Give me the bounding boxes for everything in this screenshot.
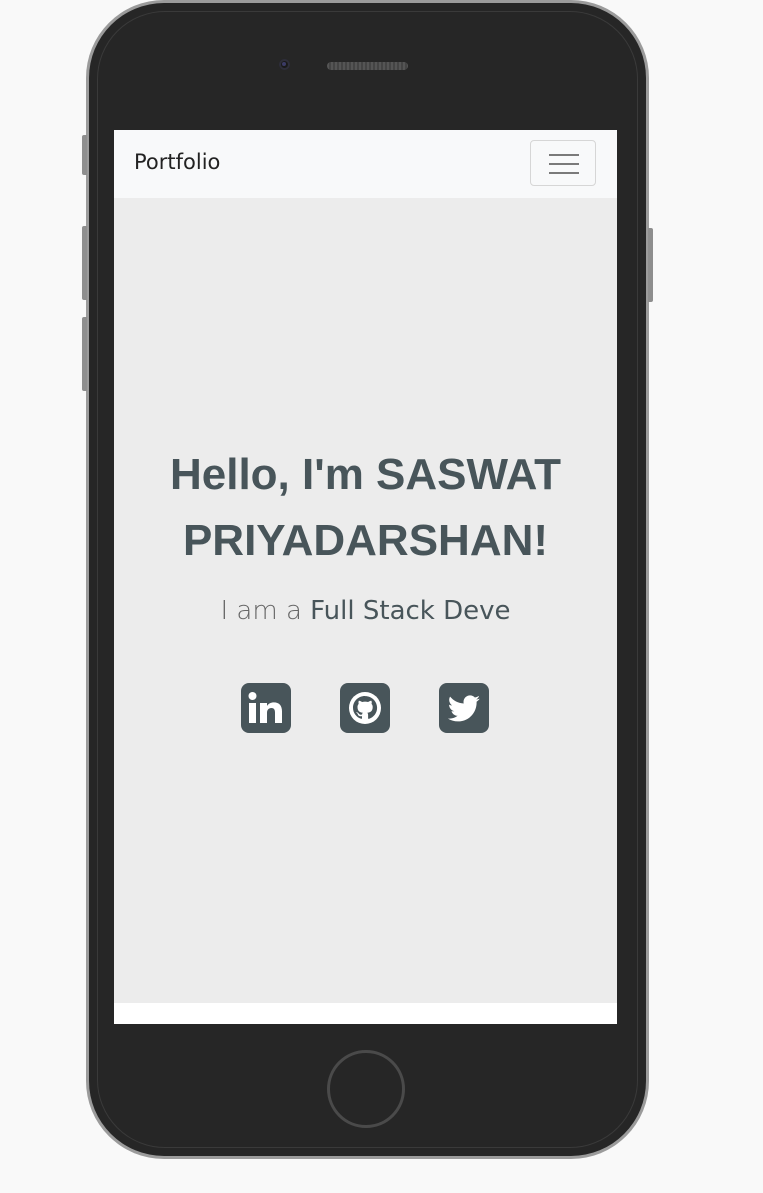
social-links bbox=[241, 683, 501, 735]
navbar: Portfolio bbox=[114, 130, 617, 198]
volume-up-button bbox=[82, 226, 87, 300]
phone-screen: Portfolio Hello, I'm SASWAT PRIYADARSHAN… bbox=[114, 130, 617, 1024]
hero-title: Hello, I'm SASWAT PRIYADARSHAN! bbox=[114, 442, 617, 574]
power-button bbox=[648, 228, 653, 302]
twitter-link[interactable] bbox=[439, 683, 489, 733]
volume-down-button bbox=[82, 317, 87, 391]
linkedin-link[interactable] bbox=[241, 683, 291, 733]
earpiece-speaker bbox=[327, 62, 408, 70]
mute-switch bbox=[82, 135, 87, 175]
hero-section: Hello, I'm SASWAT PRIYADARSHAN! I am a F… bbox=[114, 198, 617, 1003]
hero-subtitle: I am a Full Stack Deve bbox=[114, 596, 617, 626]
navbar-toggler-button[interactable] bbox=[530, 140, 596, 186]
home-button[interactable] bbox=[327, 1050, 405, 1128]
subtitle-prefix: I am a bbox=[220, 596, 302, 626]
github-link[interactable] bbox=[340, 683, 390, 733]
hero-title-line1: Hello, I'm SASWAT bbox=[169, 450, 561, 499]
navbar-brand[interactable]: Portfolio bbox=[134, 150, 220, 174]
hero-title-line2: PRIYADARSHAN! bbox=[182, 516, 549, 565]
footer-strip bbox=[114, 1003, 617, 1024]
front-camera bbox=[279, 59, 290, 70]
subtitle-role: Full Stack Deve bbox=[310, 596, 511, 626]
